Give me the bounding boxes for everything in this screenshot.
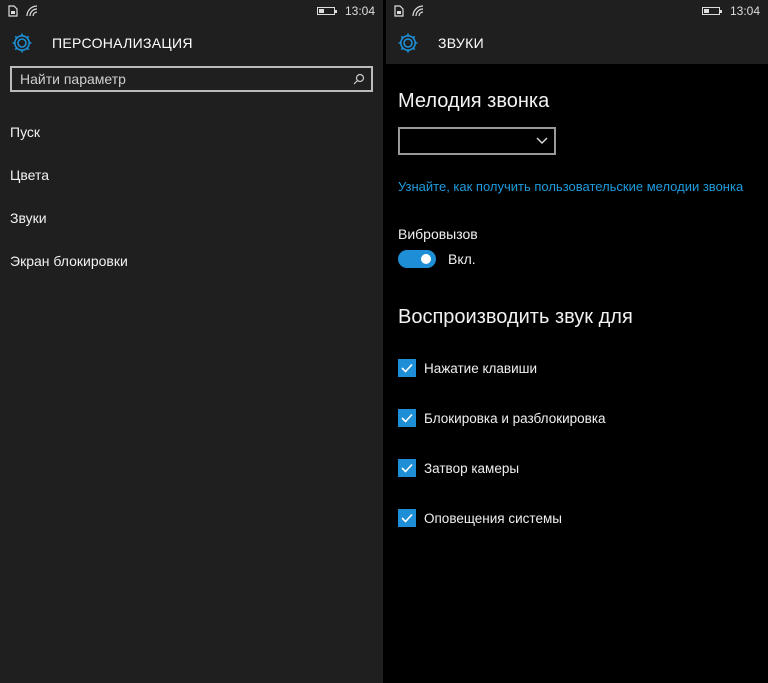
menu-item-colors[interactable]: Цвета <box>0 153 383 196</box>
battery-icon <box>701 7 722 15</box>
status-bar: 13:04 <box>386 0 768 22</box>
ringtone-heading: Мелодия звонка <box>398 90 550 112</box>
page-title: ЗВУКИ <box>438 35 484 51</box>
search-box <box>10 66 373 92</box>
checkbox-camera-shutter[interactable] <box>398 459 416 477</box>
checkbox-label: Блокировка и разблокировка <box>424 410 606 426</box>
checkbox-row-lock-unlock[interactable]: Блокировка и разблокировка <box>398 393 768 443</box>
checkbox-row-key-press[interactable]: Нажатие клавиши <box>398 343 768 393</box>
status-bar: 13:04 <box>0 0 383 22</box>
header: ПЕРСОНАЛИЗАЦИЯ <box>0 22 383 64</box>
vibration-label: Вибровызов <box>398 226 478 242</box>
checkbox-row-camera-shutter[interactable]: Затвор камеры <box>398 443 768 493</box>
checkbox-row-system-notifications[interactable]: Оповещения системы <box>398 493 768 543</box>
header: ЗВУКИ <box>386 22 768 64</box>
sounds-content: Мелодия звонка Узнайте, как получить пол… <box>386 90 768 543</box>
sim-icon <box>394 5 404 17</box>
play-sound-heading: Воспроизводить звук для <box>398 306 633 328</box>
checkbox-key-press[interactable] <box>398 359 416 377</box>
menu-item-sounds[interactable]: Звуки <box>0 196 383 239</box>
checkmark-icon <box>401 463 413 473</box>
page-title: ПЕРСОНАЛИЗАЦИЯ <box>52 35 193 51</box>
search-button[interactable] <box>347 73 371 85</box>
toggle-knob <box>421 254 431 264</box>
vibration-row: Вкл. <box>398 250 768 268</box>
search-icon <box>353 73 365 85</box>
battery-icon <box>316 7 337 15</box>
chevron-down-icon <box>536 137 548 144</box>
checkbox-label: Затвор камеры <box>424 460 520 476</box>
sounds-screen: 13:04 ЗВУКИ Мелодия звонка Узнайте, как … <box>386 0 768 683</box>
checkbox-system-notifications[interactable] <box>398 509 416 527</box>
settings-menu: Пуск Цвета Звуки Экран блокировки <box>0 110 383 282</box>
checkbox-lock-unlock[interactable] <box>398 409 416 427</box>
search-input[interactable] <box>12 70 347 88</box>
checkmark-icon <box>401 363 413 373</box>
sim-icon <box>8 5 18 17</box>
menu-item-lock-screen[interactable]: Экран блокировки <box>0 239 383 282</box>
status-time: 13:04 <box>729 4 760 18</box>
wifi-icon <box>26 5 38 17</box>
sound-checkboxes: Нажатие клавиши Блокировка и разблокиров… <box>398 343 768 543</box>
personalization-screen: 13:04 ПЕРСОНАЛИЗАЦИЯ Пуск Цвета Звуки Эк… <box>0 0 383 683</box>
custom-ringtone-link[interactable]: Узнайте, как получить пользовательские м… <box>398 179 768 194</box>
menu-item-label: Звуки <box>10 209 47 226</box>
checkbox-label: Оповещения системы <box>424 510 562 526</box>
menu-item-label: Цвета <box>10 166 49 183</box>
wifi-icon <box>412 5 424 17</box>
gear-icon <box>12 33 32 53</box>
screens: 13:04 ПЕРСОНАЛИЗАЦИЯ Пуск Цвета Звуки Эк… <box>0 0 768 683</box>
checkmark-icon <box>401 513 413 523</box>
ringtone-dropdown[interactable] <box>398 127 556 155</box>
checkbox-label: Нажатие клавиши <box>424 360 538 376</box>
status-icons <box>394 5 424 17</box>
vibration-state: Вкл. <box>448 251 476 267</box>
status-icons <box>8 5 38 17</box>
menu-item-start[interactable]: Пуск <box>0 110 383 153</box>
menu-item-label: Пуск <box>10 123 41 140</box>
menu-item-label: Экран блокировки <box>10 252 128 269</box>
vibration-toggle[interactable] <box>398 250 436 268</box>
status-time: 13:04 <box>344 4 375 18</box>
gear-icon <box>398 33 418 53</box>
checkmark-icon <box>401 413 413 423</box>
